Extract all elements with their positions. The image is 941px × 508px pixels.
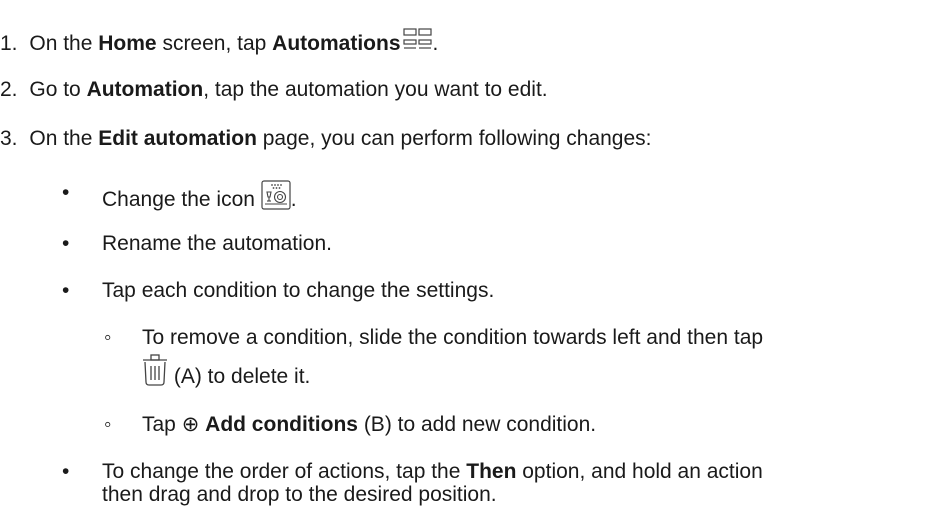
automation-term: Automation (86, 78, 204, 101)
bullet-change-icon: • Change the icon . (62, 180, 297, 213)
bullet-suffix: . (290, 188, 297, 211)
trash-icon (142, 354, 168, 386)
sub-bullet-prefix: Tap (142, 413, 182, 436)
bullet-tap-condition: • Tap each condition to change the setti… (62, 278, 494, 304)
instructions-document: { "steps": [ { "number": "1.", "prefix":… (0, 0, 941, 506)
add-conditions-term: Add conditions (205, 413, 358, 436)
step-prefix: On the (29, 127, 99, 150)
bullet-text-suffix: option, and hold an action (516, 460, 763, 483)
edit-automation-term: Edit automation (98, 127, 257, 150)
step-2: 2. Go to Automation, tap the automation … (0, 77, 548, 103)
bullet-marker: • (62, 460, 70, 483)
home-term: Home (98, 32, 157, 55)
automations-grid-icon (402, 28, 433, 52)
bullet-change-order-cont: then drag and drop to the desired positi… (102, 482, 497, 508)
step-prefix: Go to (29, 78, 87, 101)
dishwasher-icon (261, 180, 291, 210)
bullet-text: Change the icon (102, 188, 261, 211)
bullet-text: Tap each condition to change the setting… (102, 279, 495, 302)
step-suffix: page, you can perform following changes: (256, 127, 652, 150)
automations-term: Automations (272, 32, 401, 55)
sub-bullet-marker: ◦ (104, 413, 112, 436)
sub-bullet-remove-condition: ◦ To remove a condition, slide the condi… (104, 325, 763, 351)
add-circle-icon: ⊕ (181, 413, 200, 436)
step-3: 3. On the Edit automation page, you can … (0, 126, 652, 152)
step-suffix: , tap the automation you want to edit. (203, 78, 548, 101)
step-1: 1. On the Home screen, tap Automations . (0, 28, 438, 57)
step-number: 1. (0, 32, 18, 55)
bullet-text: To change the order of actions, tap the (102, 460, 467, 483)
step-middle: screen, tap (156, 32, 273, 55)
bullet-text: Rename the automation. (102, 232, 332, 255)
sub-bullet-marker: ◦ (104, 326, 112, 349)
bullet-marker: • (62, 232, 70, 255)
step-suffix: . (432, 32, 439, 55)
step-prefix: On the (29, 32, 99, 55)
bullet-rename: • Rename the automation. (62, 231, 332, 257)
sub-bullet-remove-condition-cont: (A) to delete it. (142, 354, 310, 390)
step-number: 2. (0, 78, 18, 101)
bullet-marker: • (62, 181, 70, 204)
bullet-marker: • (62, 279, 70, 302)
then-term: Then (466, 460, 517, 483)
sub-bullet-text: To remove a condition, slide the conditi… (142, 326, 764, 349)
step-number: 3. (0, 127, 18, 150)
sub-bullet-add-condition: ◦ Tap ⊕ Add conditions (B) to add new co… (104, 412, 596, 438)
sub-bullet-text-cont: (A) to delete it. (168, 365, 311, 388)
bullet-text-cont: then drag and drop to the desired positi… (102, 483, 497, 506)
sub-bullet-suffix: (B) to add new condition. (357, 413, 597, 436)
